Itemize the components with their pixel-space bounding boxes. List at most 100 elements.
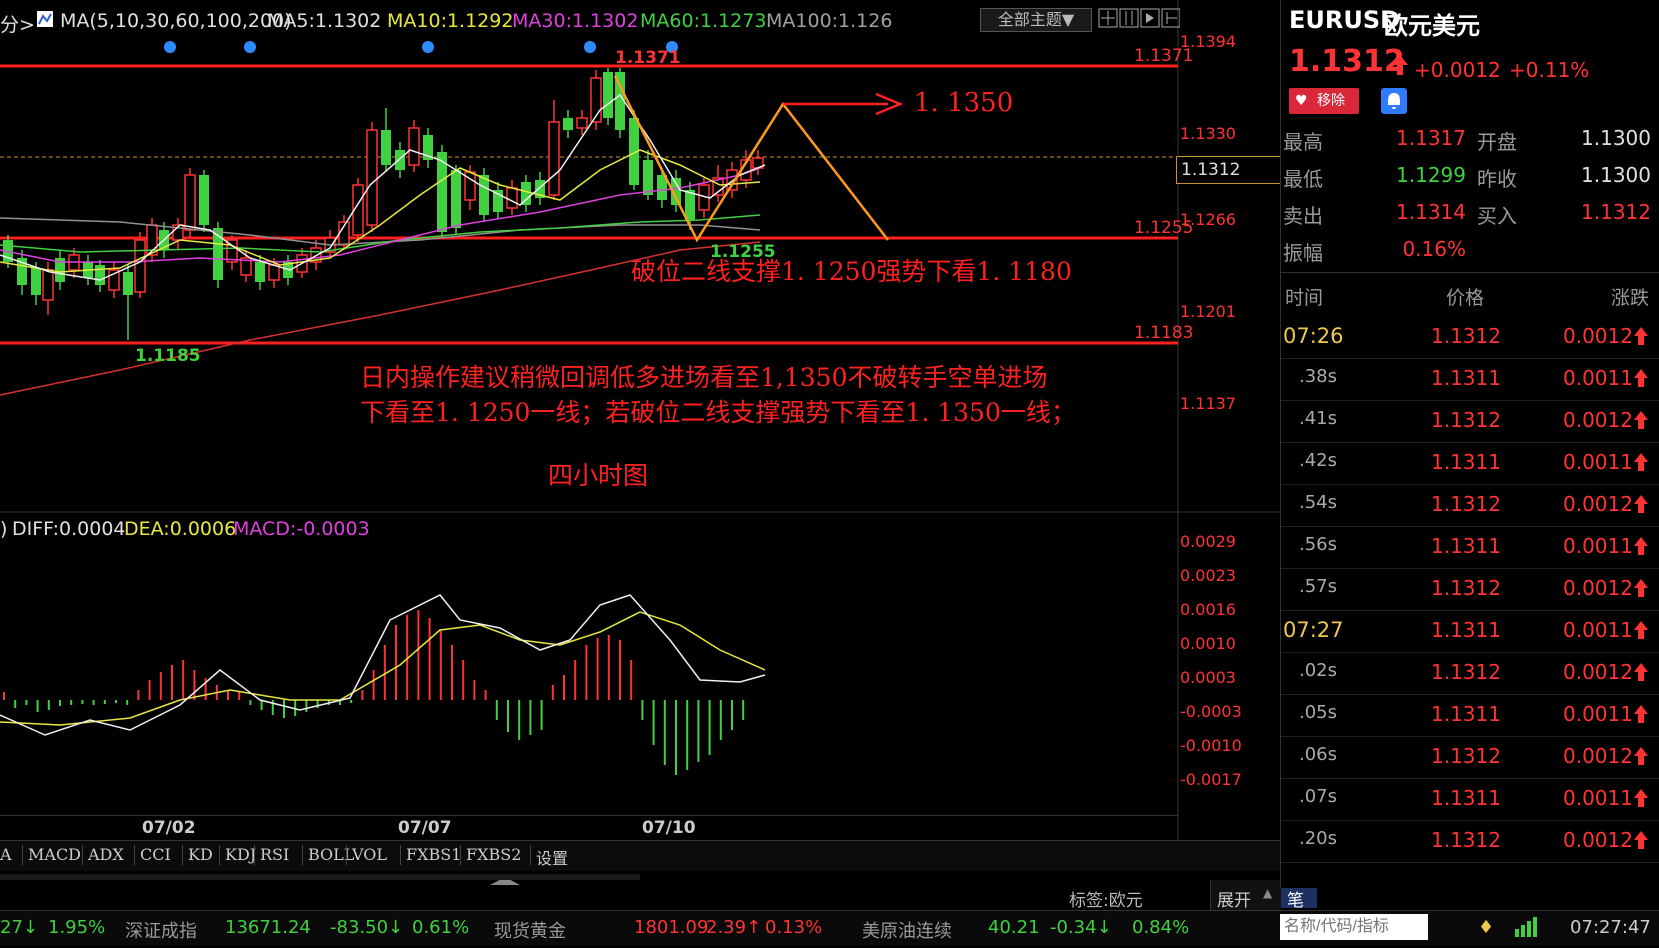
ticker-item: 0.84% [1132, 917, 1190, 938]
tick-price: 1.1311 [1431, 618, 1501, 642]
tick-time: .54s [1299, 492, 1338, 513]
horizontal-scrollbar[interactable] [0, 874, 640, 880]
ticker-item: 27↓ [0, 917, 38, 938]
theme-dropdown[interactable]: 全部主题▼ [980, 8, 1092, 32]
price-change: +0.0012 [1414, 58, 1501, 82]
ticks-header-time: 时间 [1285, 287, 1324, 309]
tick-time: .42s [1299, 450, 1338, 471]
macd-axis-label: 0.0003 [1180, 668, 1236, 687]
ma-legend: 分> MA(5,10,30,60,100,200) MA5:1.1302 MA1… [0, 4, 1181, 36]
expand-label: 展开 [1217, 891, 1251, 911]
candles-group [3, 68, 764, 340]
macd-axis-label: 0.0016 [1180, 600, 1236, 619]
tick-price: 1.1311 [1431, 786, 1501, 810]
tick-row[interactable]: .57s 1.1312 0.0012 [1281, 568, 1659, 611]
date-label: 07/07 [398, 818, 452, 838]
chevron-up-icon: ▲ [1263, 886, 1273, 900]
tab-macd[interactable]: MACD [28, 845, 81, 864]
layout-icons[interactable] [1098, 8, 1181, 34]
search-input[interactable] [1280, 914, 1428, 940]
pen-label: 笔 [1287, 891, 1304, 911]
tab-adx[interactable]: ADX [88, 845, 124, 864]
remove-watchlist-button[interactable]: ♥ 移除 [1289, 88, 1359, 114]
tick-change: 0.0011 [1563, 450, 1633, 474]
ma-legend-params: MA(5,10,30,60,100,200) [60, 10, 292, 32]
tick-change: 0.0011 [1563, 702, 1633, 726]
tab-vol[interactable]: VOL [352, 845, 387, 864]
macd-axis-label: 0.0023 [1180, 566, 1236, 585]
chart-area[interactable]: 分> MA(5,10,30,60,100,200) MA5:1.1302 MA1… [0, 0, 1283, 944]
search-box[interactable] [1280, 914, 1428, 940]
tick-row[interactable]: .41s 1.1312 0.0012 [1281, 400, 1659, 443]
tick-price: 1.1311 [1431, 534, 1501, 558]
ma-legend-icon [36, 10, 54, 33]
stat-label: 昨收 [1477, 167, 1517, 191]
tick-row[interactable]: .38s 1.1311 0.0011 [1281, 358, 1659, 401]
price-axis-label: 1.1394 [1180, 32, 1236, 51]
tab-cci[interactable]: CCI [140, 845, 171, 864]
tick-row[interactable]: .56s 1.1311 0.0011 [1281, 526, 1659, 569]
tick-price: 1.1312 [1431, 660, 1501, 684]
ticker-item: -83.50↓ [330, 917, 404, 938]
heart-icon: ♥ [1295, 93, 1308, 109]
expand-button[interactable]: 展开 ▲ [1210, 880, 1281, 911]
stat-value: 1.1314 [1396, 200, 1466, 224]
price-change-pct: +0.11% [1509, 58, 1590, 82]
ticker-item: 1.95% [48, 917, 106, 938]
macd-axis-label: -0.0003 [1180, 702, 1242, 721]
macd-dea-line [0, 611, 766, 726]
clock: 07:27:47 [1570, 917, 1651, 938]
arrow-up-icon [1633, 326, 1649, 350]
tick-change: 0.0012 [1563, 408, 1633, 432]
tick-time: .38s [1299, 366, 1338, 387]
tick-row[interactable]: 07:27 1.1311 0.0011 [1281, 610, 1659, 653]
tick-row[interactable]: .42s 1.1311 0.0011 [1281, 442, 1659, 485]
arrow-up-icon [1633, 746, 1649, 770]
macd-value: MACD:-0.0003 [233, 518, 370, 540]
tick-change: 0.0011 [1563, 534, 1633, 558]
alert-button[interactable] [1381, 88, 1407, 114]
arrow-up-icon [1633, 494, 1649, 518]
tick-change: 0.0012 [1563, 660, 1633, 684]
price-axis-label: 1.1201 [1180, 302, 1236, 321]
tick-row[interactable]: .54s 1.1312 0.0012 [1281, 484, 1659, 527]
indicator-tabs: A MACD ADX CCI KD KDJ RSI BOLL VOL FXBS1 FXBS2 设置 [0, 840, 1280, 871]
tab-fxbs2[interactable]: FXBS2 [466, 845, 521, 864]
tick-time: .56s [1299, 534, 1338, 555]
chart-settings-icon[interactable] [36, 10, 54, 28]
macd-legend: ) DIFF:0.0004 DEA:0.0006 MACD:-0.0003 [0, 512, 1178, 540]
tab-boll[interactable]: BOLL [308, 845, 354, 864]
tick-row[interactable]: .02s 1.1312 0.0012 [1281, 652, 1659, 695]
tab-rsi[interactable]: RSI [260, 845, 289, 864]
ticker-item: -0.34↓ [1050, 917, 1112, 938]
tick-row[interactable]: .20s 1.1312 0.0012 [1281, 820, 1659, 863]
bell-icon [1388, 93, 1400, 109]
chart-type-label: 四小时图 [548, 461, 649, 490]
ticker-item: 0.13% [765, 917, 823, 938]
tick-time: .57s [1299, 576, 1338, 597]
tab-kdj[interactable]: KDJ [225, 845, 256, 864]
tick-row[interactable]: .06s 1.1312 0.0012 [1281, 736, 1659, 779]
tick-price: 1.1312 [1431, 576, 1501, 600]
ticker-item: 1801.09 [634, 917, 709, 938]
tab-a[interactable]: A [0, 845, 12, 864]
ticker-item: 深证成指 [125, 921, 197, 942]
tab-fxbs1[interactable]: FXBS1 [406, 845, 461, 864]
tick-time: .02s [1299, 660, 1338, 681]
macd-axis-label: 0.0010 [1180, 634, 1236, 653]
tick-row[interactable]: 07:26 1.1312 0.0012 [1281, 316, 1659, 359]
ticks-header-change: 涨跌 [1611, 287, 1650, 309]
ticker-item: 美原油连续 [862, 921, 952, 942]
ticker-item: 40.21 [988, 917, 1040, 938]
tab-设置[interactable]: 设置 [536, 845, 568, 869]
tick-row[interactable]: .05s 1.1311 0.0011 [1281, 694, 1659, 737]
ma10-value: MA10:1.1292 [387, 10, 514, 32]
last-price: 1.1312 [1289, 44, 1405, 79]
arrow-up-icon [1633, 662, 1649, 686]
notification-bell-icon[interactable]: ♦ [1478, 917, 1494, 938]
ma60-value: MA60:1.1273 [640, 10, 767, 32]
stat-value: 1.1299 [1396, 163, 1466, 187]
macd-axis-label: -0.0017 [1180, 770, 1242, 789]
tab-kd[interactable]: KD [188, 845, 213, 864]
tick-row[interactable]: .07s 1.1311 0.0011 [1281, 778, 1659, 821]
